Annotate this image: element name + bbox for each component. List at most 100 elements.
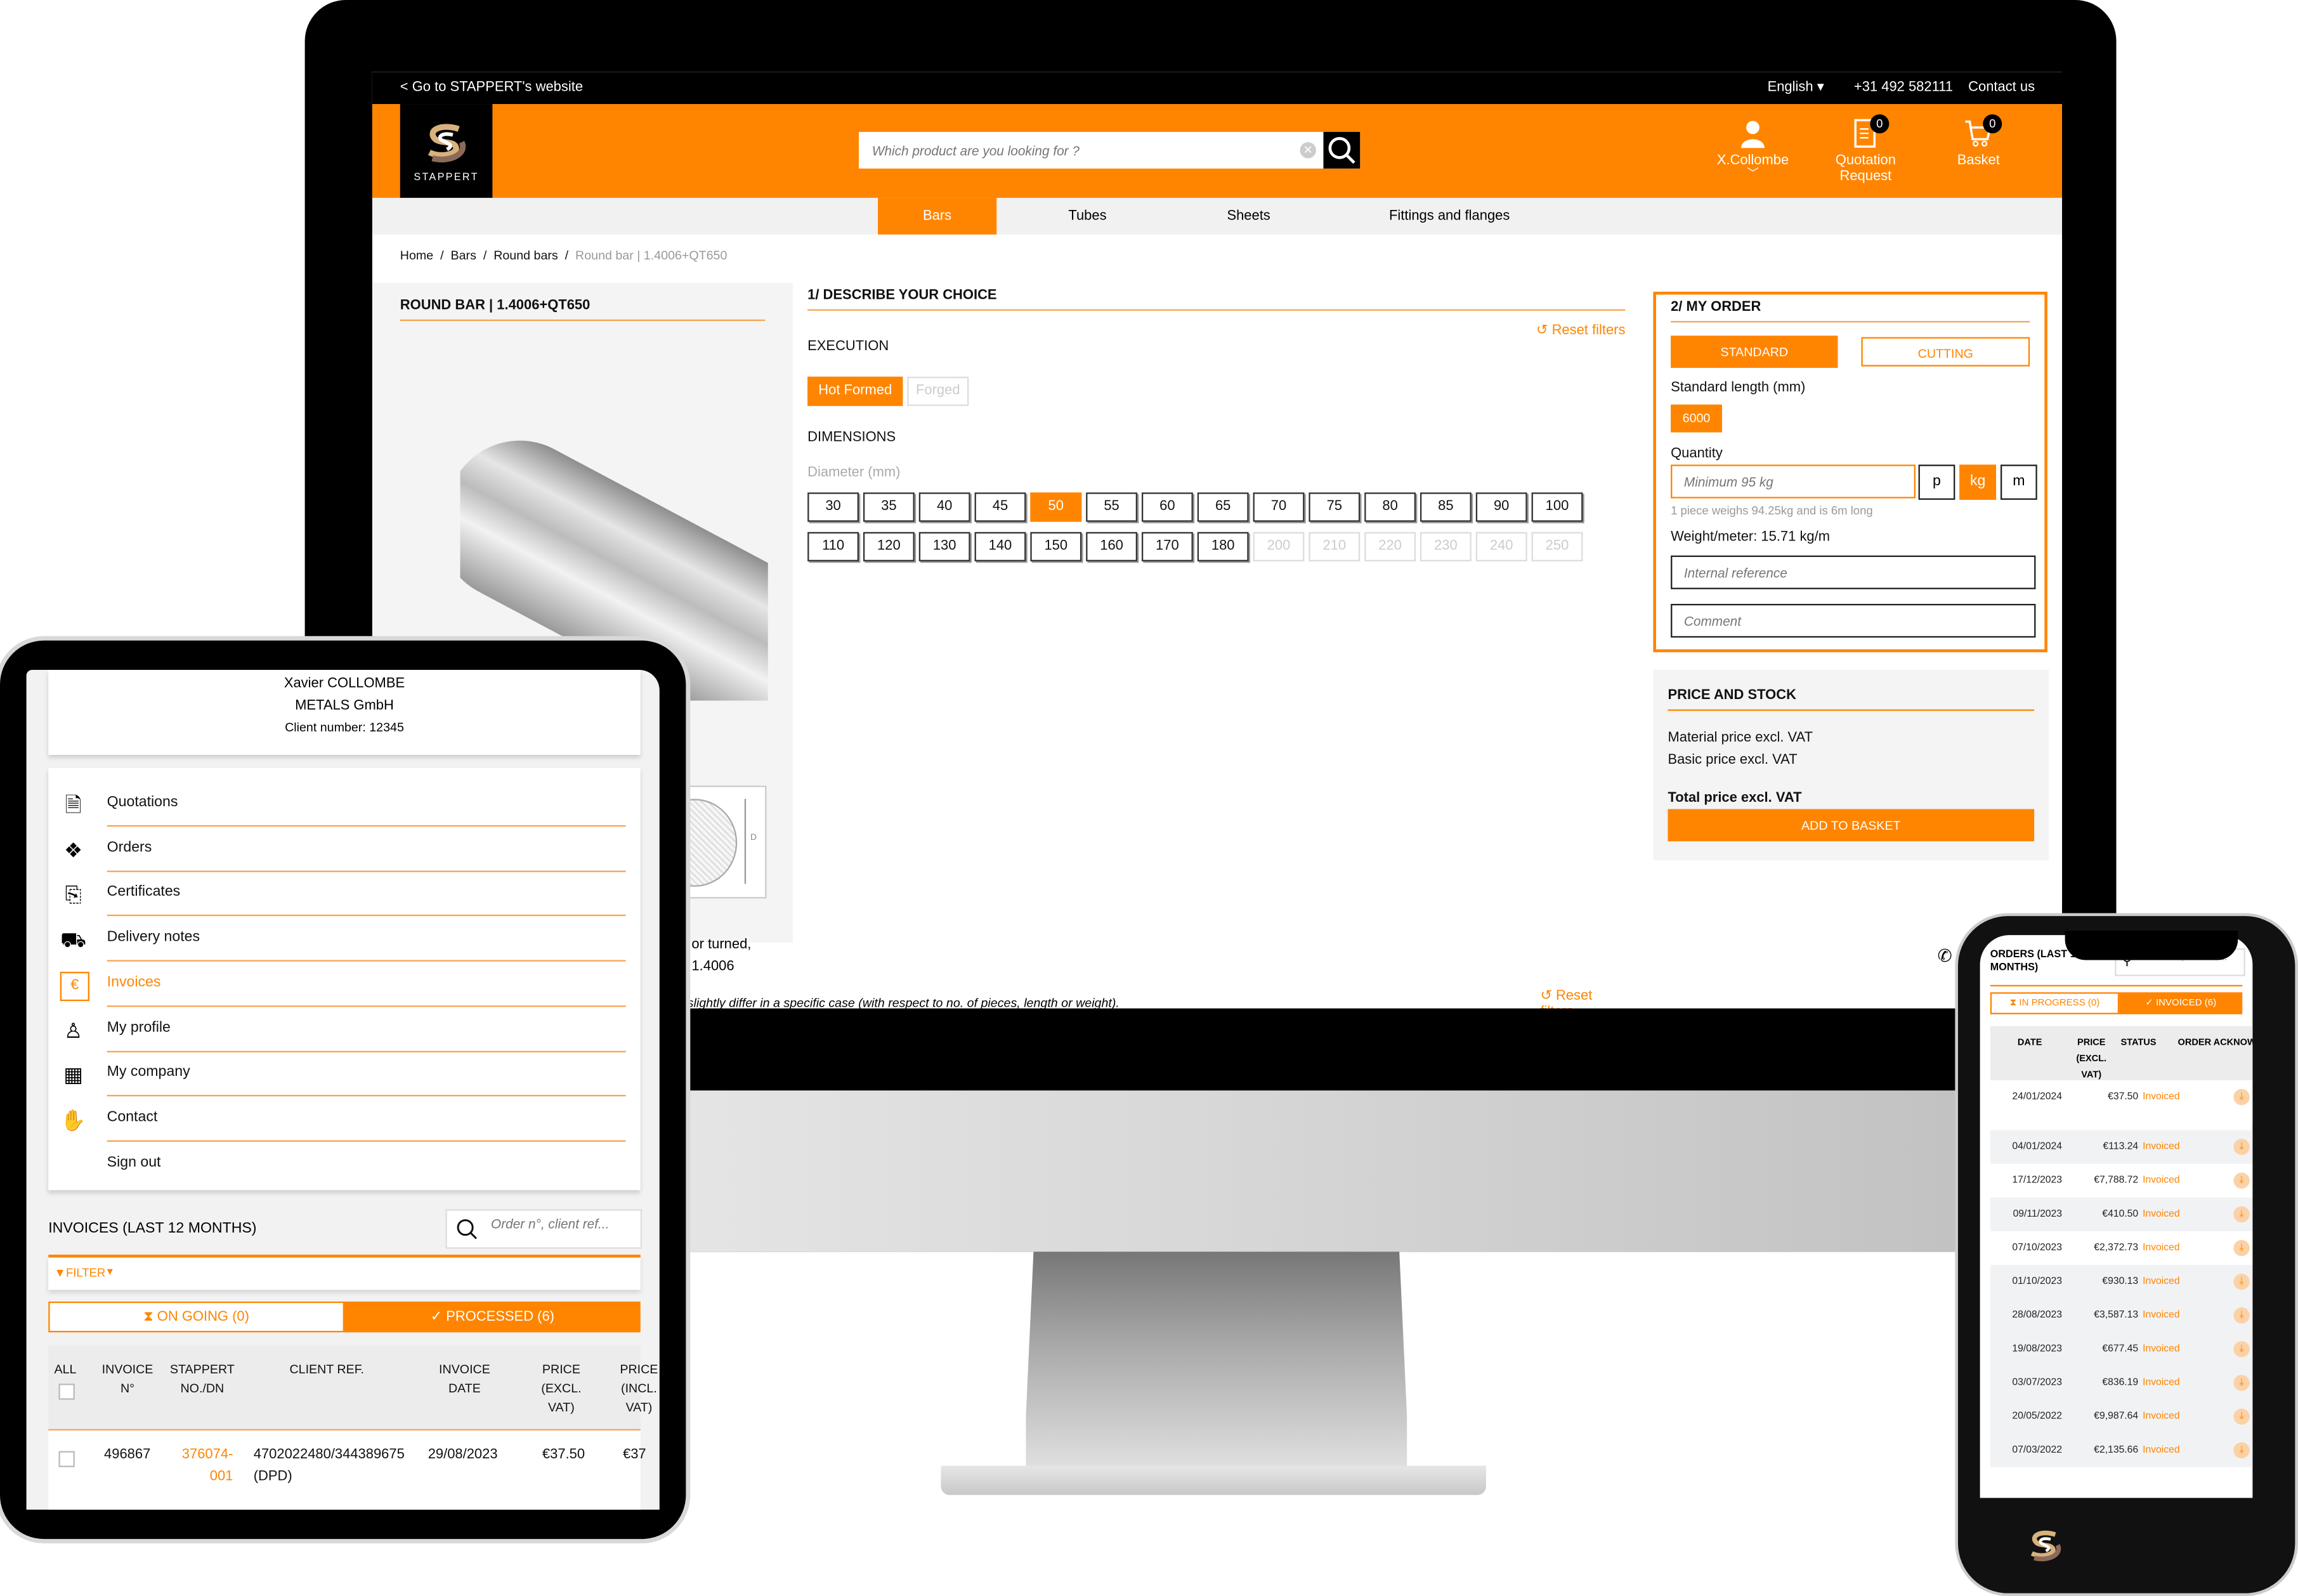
order-row[interactable]: 28/08/2023 €3,587.13 Invoiced ⤓ bbox=[1990, 1298, 2253, 1333]
menu-item-sign-out[interactable]: Sign out bbox=[60, 1142, 626, 1186]
menu-item-certificates[interactable]: ⎘ Certificates bbox=[60, 873, 626, 917]
diameter-option[interactable]: 140 bbox=[974, 532, 1026, 561]
select-all-checkbox[interactable] bbox=[58, 1383, 75, 1400]
search-button[interactable] bbox=[1323, 131, 1361, 169]
execution-hot-formed[interactable]: Hot Formed bbox=[807, 376, 903, 407]
stappert-number-link[interactable]: 376074-001 bbox=[178, 1444, 233, 1488]
download-icon[interactable]: ⤓ bbox=[2233, 1408, 2250, 1425]
download-icon[interactable]: ⤓ bbox=[2233, 1273, 2250, 1290]
internal-reference-input[interactable] bbox=[1671, 555, 2036, 589]
basket-button[interactable]: 0 Basket bbox=[1927, 114, 2030, 169]
diameter-option[interactable]: 50 bbox=[1030, 492, 1082, 522]
cross-section-diagram[interactable]: D bbox=[652, 785, 767, 899]
tab-on-going[interactable]: ⧗ ON GOING (0) bbox=[48, 1301, 344, 1333]
row-checkbox[interactable] bbox=[58, 1451, 75, 1467]
nav-tab-bars[interactable]: Bars bbox=[878, 197, 997, 235]
diameter-option[interactable]: 35 bbox=[863, 492, 915, 522]
diameter-option[interactable]: 110 bbox=[807, 532, 859, 561]
diameter-option[interactable]: 85 bbox=[1420, 492, 1472, 522]
download-icon[interactable]: ⤓ bbox=[2233, 1172, 2250, 1189]
comment-input[interactable] bbox=[1671, 603, 2036, 638]
menu-item-my-company[interactable]: ▦ My company bbox=[60, 1052, 626, 1097]
diameter-option[interactable]: 240 bbox=[1475, 532, 1527, 561]
diameter-option[interactable]: 100 bbox=[1531, 492, 1583, 522]
menu-item-my-profile[interactable]: ♙ My profile bbox=[60, 1008, 626, 1052]
execution-forged[interactable]: Forged bbox=[907, 376, 969, 407]
search-input[interactable] bbox=[859, 131, 1286, 169]
diameter-option[interactable]: 160 bbox=[1086, 532, 1138, 561]
standard-button[interactable]: STANDARD bbox=[1671, 336, 1838, 368]
order-row[interactable]: 09/11/2023 €410.50 Invoiced ⤓ bbox=[1990, 1197, 2253, 1231]
breadcrumb-round-bars[interactable]: Round bars bbox=[493, 247, 558, 262]
invoice-search-input[interactable] bbox=[488, 1215, 638, 1233]
unit-pieces-button[interactable]: p bbox=[1918, 464, 1955, 500]
diameter-option[interactable]: 200 bbox=[1253, 532, 1305, 561]
quotation-request-button[interactable]: 0 Quotation Request bbox=[1815, 114, 1917, 185]
diameter-option[interactable]: 220 bbox=[1364, 532, 1416, 561]
order-row[interactable]: 07/03/2022 €2,135.66 Invoiced ⤓ bbox=[1990, 1433, 2253, 1467]
diameter-option[interactable]: 180 bbox=[1197, 532, 1249, 561]
diameter-option[interactable]: 30 bbox=[807, 492, 859, 522]
order-row[interactable]: 24/01/2024 €37.50 Invoiced ⤓ bbox=[1990, 1080, 2253, 1125]
download-icon[interactable]: ⤓ bbox=[2233, 1089, 2250, 1106]
order-row[interactable]: 01/10/2023 €930.13 Invoiced ⤓ bbox=[1990, 1265, 2253, 1299]
phone-number[interactable]: +31 492 582111 bbox=[1854, 79, 1953, 95]
download-icon[interactable]: ⤓ bbox=[2233, 1341, 2250, 1357]
diameter-option[interactable]: 120 bbox=[863, 532, 915, 561]
nav-tab-sheets[interactable]: Sheets bbox=[1200, 198, 1296, 235]
quantity-input[interactable] bbox=[1671, 464, 1916, 499]
cutting-button[interactable]: CUTTING bbox=[1861, 337, 2030, 367]
order-row[interactable]: 19/08/2023 €677.45 Invoiced ⤓ bbox=[1990, 1332, 2253, 1366]
menu-item-orders[interactable]: ❖ Orders bbox=[60, 828, 626, 872]
diameter-option[interactable]: 75 bbox=[1309, 492, 1361, 522]
invoice-table-row[interactable]: 496867 376074-001 4702022480/344389675 (… bbox=[48, 1430, 646, 1510]
unit-meter-button[interactable]: m bbox=[2000, 464, 2037, 500]
diameter-option[interactable]: 40 bbox=[918, 492, 970, 522]
order-row[interactable]: 17/12/2023 €7,788.72 Invoiced ⤓ bbox=[1990, 1163, 2253, 1198]
download-icon[interactable]: ⤓ bbox=[2233, 1442, 2250, 1459]
reset-filters-link[interactable]: ↺ Reset filters bbox=[1536, 322, 1625, 338]
diameter-option[interactable]: 130 bbox=[918, 532, 970, 561]
diameter-option[interactable]: 210 bbox=[1309, 532, 1361, 561]
diameter-option[interactable]: 250 bbox=[1531, 532, 1583, 561]
diameter-option[interactable]: 45 bbox=[974, 492, 1026, 522]
account-menu[interactable]: X.Collombe ﹀ bbox=[1702, 119, 1805, 180]
language-selector[interactable]: English ▾ bbox=[1768, 79, 1824, 95]
diameter-option[interactable]: 170 bbox=[1141, 532, 1193, 561]
menu-item-contact[interactable]: ✋ Contact bbox=[60, 1097, 626, 1142]
clear-search-icon[interactable]: ✕ bbox=[1300, 142, 1316, 159]
contact-us-link[interactable]: Contact us bbox=[1968, 79, 2035, 95]
download-icon[interactable]: ⤓ bbox=[2233, 1206, 2250, 1223]
breadcrumb-home[interactable]: Home bbox=[400, 247, 433, 262]
phone-call-icon[interactable]: ✆ bbox=[1938, 945, 1952, 965]
diameter-option[interactable]: 80 bbox=[1364, 492, 1416, 522]
download-icon[interactable]: ⤓ bbox=[2233, 1307, 2250, 1324]
diameter-option[interactable]: 90 bbox=[1475, 492, 1527, 522]
stappert-logo[interactable]: STAPPERT bbox=[400, 104, 493, 198]
standard-length-6000[interactable]: 6000 bbox=[1671, 404, 1722, 433]
diameter-option[interactable]: 70 bbox=[1253, 492, 1305, 522]
tab-processed[interactable]: ✓ PROCESSED (6) bbox=[344, 1301, 641, 1333]
order-row[interactable]: 20/05/2022 €9,987.64 Invoiced ⤓ bbox=[1990, 1399, 2253, 1434]
tab-in-progress[interactable]: ⧗ IN PROGRESS (0) bbox=[1990, 992, 2120, 1014]
download-icon[interactable]: ⤓ bbox=[2233, 1139, 2250, 1155]
filter-dropdown[interactable]: ▼ FILTER ▾ bbox=[48, 1254, 641, 1290]
order-row[interactable]: 07/10/2023 €2,372.73 Invoiced ⤓ bbox=[1990, 1231, 2253, 1266]
diameter-option[interactable]: 230 bbox=[1420, 532, 1472, 561]
tab-invoiced[interactable]: ✓ INVOICED (6) bbox=[2119, 992, 2243, 1014]
download-icon[interactable]: ⤓ bbox=[2233, 1375, 2250, 1391]
menu-item-delivery-notes[interactable]: ⛟ Delivery notes bbox=[60, 918, 626, 962]
diameter-option[interactable]: 60 bbox=[1141, 492, 1193, 522]
order-row[interactable]: 03/07/2023 €836.19 Invoiced ⤓ bbox=[1990, 1366, 2253, 1400]
diameter-option[interactable]: 55 bbox=[1086, 492, 1138, 522]
back-to-website-link[interactable]: < Go to STAPPERT's website bbox=[400, 79, 583, 95]
download-icon[interactable]: ⤓ bbox=[2233, 1240, 2250, 1257]
nav-tab-tubes[interactable]: Tubes bbox=[1039, 198, 1135, 235]
menu-item-quotations[interactable]: 🗎 Quotations bbox=[60, 783, 626, 827]
menu-item-invoices[interactable]: € Invoices bbox=[60, 963, 626, 1007]
add-to-basket-button[interactable]: ADD TO BASKET bbox=[1668, 809, 2035, 842]
nav-tab-fittings-and-flanges[interactable]: Fittings and flanges bbox=[1369, 198, 1530, 235]
unit-kg-button[interactable]: kg bbox=[1959, 464, 1997, 500]
breadcrumb-bars[interactable]: Bars bbox=[451, 247, 476, 262]
order-row[interactable]: 04/01/2024 €113.24 Invoiced ⤓ bbox=[1990, 1130, 2253, 1164]
